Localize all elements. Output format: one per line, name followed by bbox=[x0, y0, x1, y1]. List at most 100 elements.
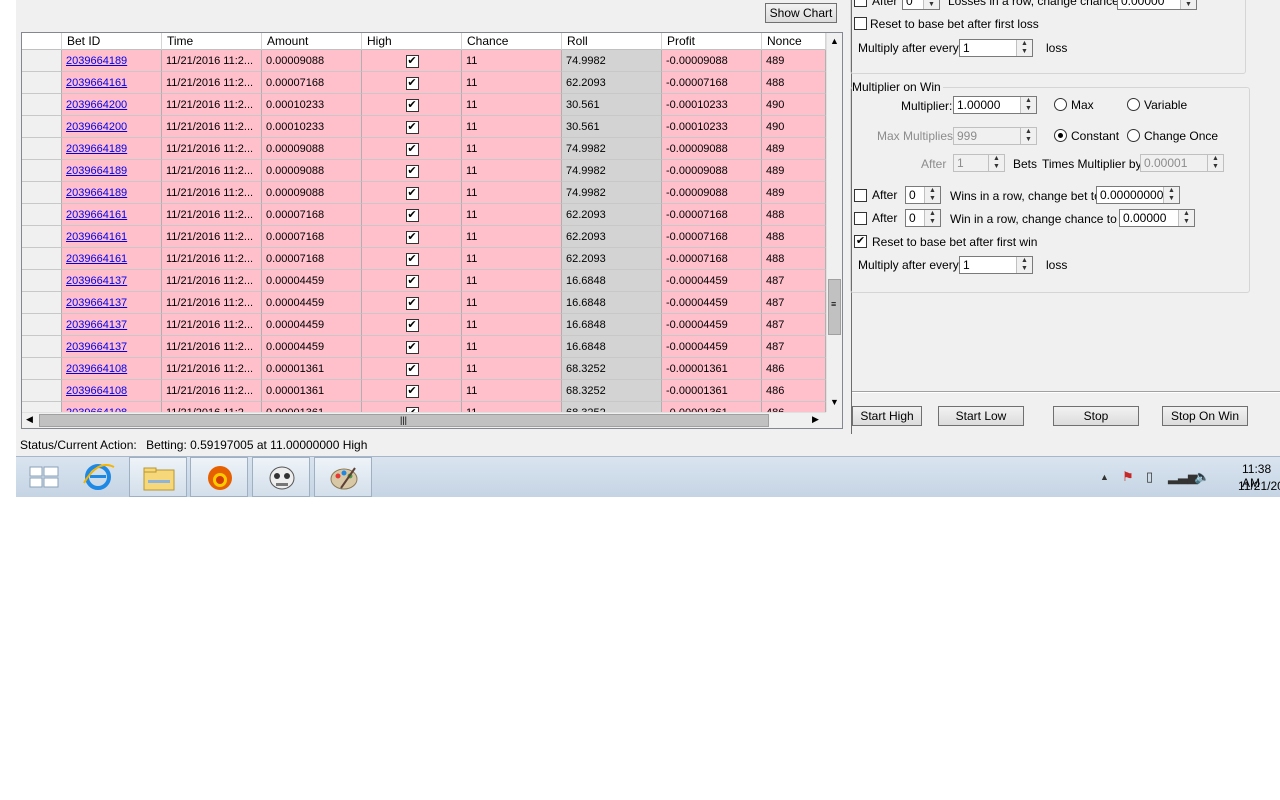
column-header[interactable]: Chance bbox=[462, 33, 562, 50]
bet-id-link[interactable]: 2039664137 bbox=[66, 319, 127, 331]
power-icon[interactable]: ▯ bbox=[1146, 469, 1153, 485]
row-header[interactable] bbox=[22, 50, 62, 72]
row-header[interactable] bbox=[22, 182, 62, 204]
taskbar-ie[interactable] bbox=[76, 457, 134, 497]
taskbar-paint[interactable] bbox=[314, 457, 372, 497]
bet-id-link[interactable]: 2039664161 bbox=[66, 253, 127, 265]
table-row[interactable]: 2039664108 11/21/2016 11:2...0.00001361 ✔ 1… bbox=[22, 380, 826, 402]
column-header[interactable]: Amount bbox=[262, 33, 362, 50]
row-header[interactable] bbox=[22, 248, 62, 270]
vertical-scrollbar[interactable]: ▲ ≡ ▼ bbox=[826, 33, 842, 412]
wins-after-checkbox[interactable] bbox=[854, 189, 867, 202]
table-row[interactable]: 2039664200 11/21/2016 11:2... 0.00010233 ✔ 1… bbox=[22, 116, 826, 138]
row-header[interactable] bbox=[22, 116, 62, 138]
table-row[interactable]: 2039664161 11/21/2016 11:2... 0.00007168 ✔ 1… bbox=[22, 72, 826, 94]
high-checkbox[interactable]: ✔ bbox=[405, 385, 419, 398]
bet-id-link[interactable]: 2039664189 bbox=[66, 187, 127, 199]
loss-after-spinner[interactable]: 0 ▲▼ bbox=[902, 0, 940, 10]
row-header[interactable] bbox=[22, 336, 62, 358]
high-checkbox[interactable]: ✔ bbox=[405, 99, 419, 112]
bet-id-link[interactable]: 2039664137 bbox=[66, 341, 127, 353]
reset-first-loss-checkbox[interactable] bbox=[854, 17, 867, 30]
variable-radio[interactable] bbox=[1127, 98, 1140, 111]
high-checkbox[interactable]: ✔ bbox=[405, 121, 419, 134]
max-multiplies-spinner[interactable]: 999 ▲ ▼ bbox=[953, 127, 1037, 145]
volume-icon[interactable]: 🔈 bbox=[1194, 469, 1210, 485]
table-row[interactable]: 2039664200 11/21/2016 11:2... 0.00010233 ✔ 1… bbox=[22, 94, 826, 116]
table-row[interactable]: 2039664161 11/21/2016 11:2... 0.00007168 ✔ 1… bbox=[22, 204, 826, 226]
row-header[interactable] bbox=[22, 204, 62, 226]
bet-id-link[interactable]: 2039664189 bbox=[66, 165, 127, 177]
column-header[interactable]: Roll bbox=[562, 33, 662, 50]
win-change-chance-checkbox[interactable] bbox=[854, 212, 867, 225]
row-header[interactable] bbox=[22, 94, 62, 116]
scroll-up-icon[interactable]: ▲ bbox=[830, 36, 839, 46]
high-checkbox[interactable]: ✔ bbox=[405, 165, 419, 178]
high-checkbox[interactable]: ✔ bbox=[405, 187, 419, 200]
loss-after-checkbox[interactable] bbox=[854, 0, 867, 7]
high-checkbox[interactable]: ✔ bbox=[405, 297, 419, 310]
table-row[interactable]: 2039664189 11/21/2016 11:2... 0.00009088 ✔ 1… bbox=[22, 182, 826, 204]
win-change-chance-spinner[interactable]: 0.00000 ▲ ▼ bbox=[1119, 209, 1195, 227]
bet-id-link[interactable]: 2039664161 bbox=[66, 209, 127, 221]
scroll-thumb[interactable]: ≡ bbox=[828, 279, 841, 335]
table-row[interactable]: 2039664161 11/21/2016 11:2... 0.00007168 ✔ 1… bbox=[22, 248, 826, 270]
times-multiplier-spinner[interactable]: 0.00001 ▲ ▼ bbox=[1140, 154, 1224, 172]
bets-grid[interactable]: Bet ID Time Amount High Chance Roll Profit Nonc… bbox=[21, 32, 843, 429]
column-header[interactable] bbox=[22, 33, 62, 50]
high-checkbox[interactable]: ✔ bbox=[405, 77, 419, 90]
row-header[interactable] bbox=[22, 160, 62, 182]
bet-id-link[interactable]: 2039664161 bbox=[66, 231, 127, 243]
column-header[interactable]: Bet ID bbox=[62, 33, 162, 50]
start-high-button[interactable]: Start High bbox=[852, 406, 922, 426]
stop-button[interactable]: Stop bbox=[1053, 406, 1139, 426]
bet-id-link[interactable]: 2039664189 bbox=[66, 143, 127, 155]
bet-id-link[interactable]: 2039664137 bbox=[66, 275, 127, 287]
table-row[interactable]: 2039664137 11/21/2016 11:2... 0.00004459 ✔ 1… bbox=[22, 314, 826, 336]
taskbar-bot-app[interactable] bbox=[252, 457, 310, 497]
table-row[interactable]: 2039664161 11/21/2016 11:2... 0.00007168 ✔ 1… bbox=[22, 226, 826, 248]
action-center-flag-icon[interactable]: ⚑ bbox=[1122, 469, 1134, 485]
row-header[interactable] bbox=[22, 138, 62, 160]
column-header[interactable]: Time bbox=[162, 33, 262, 50]
scroll-right-icon[interactable]: ▶ bbox=[812, 414, 819, 425]
table-row[interactable]: 2039664189 11/21/2016 11:2... 0.00009088 ✔ 1… bbox=[22, 50, 826, 72]
row-header[interactable] bbox=[22, 270, 62, 292]
column-header[interactable]: Profit bbox=[662, 33, 762, 50]
horizontal-scrollbar[interactable]: ◀ ||| ▶ bbox=[22, 412, 826, 428]
bet-id-link[interactable]: 2039664108 bbox=[66, 385, 127, 397]
bet-id-link[interactable]: 2039664200 bbox=[66, 99, 127, 111]
hscroll-thumb[interactable]: ||| bbox=[39, 414, 769, 427]
table-row[interactable]: 2039664189 11/21/2016 11:2... 0.00009088 ✔ 1… bbox=[22, 160, 826, 182]
win-multiply-after-spinner[interactable]: 1 ▲ ▼ bbox=[959, 256, 1033, 274]
clock-date[interactable]: 11/21/2016 bbox=[1238, 479, 1280, 493]
column-header[interactable]: High bbox=[362, 33, 462, 50]
table-row[interactable]: 2039664189 11/21/2016 11:2... 0.00009088 ✔ 1… bbox=[22, 138, 826, 160]
high-checkbox[interactable]: ✔ bbox=[405, 253, 419, 266]
high-checkbox[interactable]: ✔ bbox=[405, 231, 419, 244]
high-checkbox[interactable]: ✔ bbox=[405, 143, 419, 156]
bet-id-link[interactable]: 2039664108 bbox=[66, 363, 127, 375]
high-checkbox[interactable]: ✔ bbox=[405, 275, 419, 288]
tray-expand-icon[interactable]: ▲ bbox=[1100, 472, 1109, 482]
constant-radio[interactable] bbox=[1054, 129, 1067, 142]
start-button[interactable] bbox=[16, 457, 74, 497]
loss-multiply-after-spinner[interactable]: 1 ▲ ▼ bbox=[959, 39, 1033, 57]
row-header[interactable] bbox=[22, 314, 62, 336]
wins-change-bet-spinner[interactable]: 0.00000000 ▲ ▼ bbox=[1096, 186, 1180, 204]
bet-id-link[interactable]: 2039664161 bbox=[66, 77, 127, 89]
change-once-radio[interactable] bbox=[1127, 129, 1140, 142]
bet-id-link[interactable]: 2039664137 bbox=[66, 297, 127, 309]
row-header[interactable] bbox=[22, 380, 62, 402]
table-row[interactable]: 2039664137 11/21/2016 11:2... 0.00004459 ✔ 1… bbox=[22, 336, 826, 358]
reset-first-win-checkbox[interactable]: ✔ bbox=[854, 235, 867, 248]
win-after-bets-spinner[interactable]: 1 ▲ ▼ bbox=[953, 154, 1005, 172]
row-header[interactable] bbox=[22, 402, 62, 412]
row-header[interactable] bbox=[22, 226, 62, 248]
high-checkbox[interactable]: ✔ bbox=[405, 209, 419, 222]
high-checkbox[interactable]: ✔ bbox=[405, 55, 419, 68]
bet-id-link[interactable]: 2039664200 bbox=[66, 121, 127, 133]
taskbar-firefox[interactable] bbox=[190, 457, 248, 497]
multiplier-spinner[interactable]: 1.00000 ▲ ▼ bbox=[953, 96, 1037, 114]
high-checkbox[interactable]: ✔ bbox=[405, 319, 419, 332]
